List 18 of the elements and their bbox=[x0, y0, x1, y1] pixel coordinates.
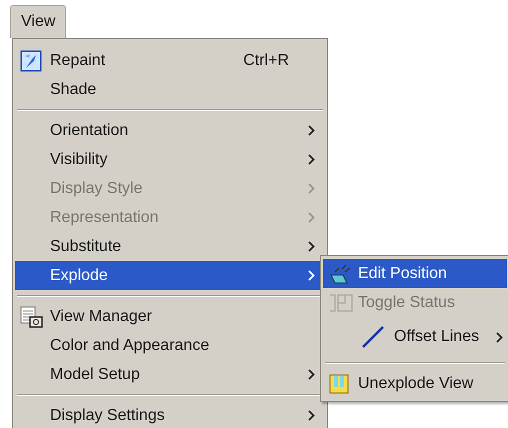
menu-item[interactable]: Substitute bbox=[15, 232, 325, 261]
menu-item[interactable]: Shade bbox=[15, 75, 325, 104]
menu-item[interactable]: Repaint Ctrl+R bbox=[15, 46, 325, 75]
paint-brush-icon bbox=[20, 50, 42, 72]
unexplode-view-icon bbox=[329, 374, 349, 394]
edit-position-icon bbox=[329, 262, 353, 284]
menu-bar-item[interactable]: View bbox=[10, 5, 66, 38]
diagonal-line-icon bbox=[361, 325, 385, 349]
menu-item[interactable]: Visibility bbox=[15, 145, 325, 174]
toggle-status-icon bbox=[329, 292, 353, 312]
view-manager-icon bbox=[20, 304, 44, 328]
menu-item[interactable]: Offset Lines bbox=[323, 317, 507, 357]
menu-item[interactable]: View Manager bbox=[15, 302, 325, 331]
menu-item[interactable]: Display Settings bbox=[15, 401, 325, 428]
menu-item[interactable]: Model Setup bbox=[15, 360, 325, 389]
menu-item[interactable]: Unexplode View bbox=[323, 369, 507, 398]
menu-item[interactable]: Orientation bbox=[15, 116, 325, 145]
menu-item[interactable]: Edit Position bbox=[323, 259, 507, 288]
